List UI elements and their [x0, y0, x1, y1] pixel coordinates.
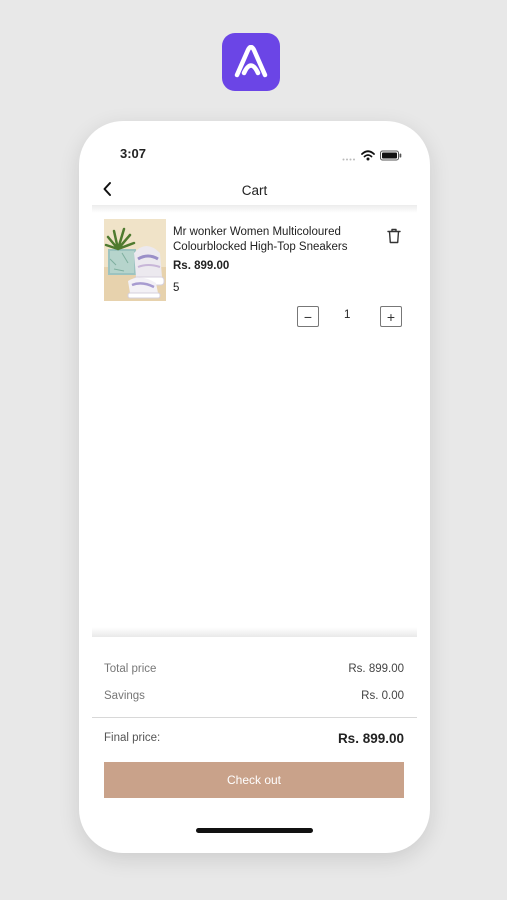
savings-row: Savings Rs. 0.00 — [104, 690, 404, 702]
nav-bar: Cart — [79, 173, 430, 207]
page-title: Cart — [241, 183, 268, 198]
app-logo-icon — [222, 33, 280, 91]
final-price-label: Final price: — [104, 732, 161, 744]
quantity-decrease-button[interactable]: − — [297, 306, 319, 327]
wifi-icon — [361, 148, 375, 166]
phone-frame: 3:07 Cart Mr wonker Women Multicoloured … — [79, 121, 430, 853]
remove-item-button[interactable] — [387, 228, 401, 244]
savings-value: Rs. 0.00 — [361, 690, 404, 702]
product-size: 5 — [173, 282, 180, 294]
total-price-row: Total price Rs. 899.00 — [104, 663, 404, 675]
quantity-value: 1 — [344, 309, 351, 321]
product-image[interactable] — [104, 219, 166, 301]
quantity-increase-button[interactable]: + — [380, 306, 402, 327]
savings-label: Savings — [104, 690, 145, 702]
home-indicator[interactable] — [196, 828, 313, 833]
cart-item: Mr wonker Women Multicoloured Colourbloc… — [104, 219, 409, 335]
final-price-value: Rs. 899.00 — [337, 731, 404, 746]
product-name[interactable]: Mr wonker Women Multicoloured Colourbloc… — [173, 225, 373, 254]
summary-divider — [92, 627, 417, 637]
trash-icon — [387, 228, 401, 244]
total-price-label: Total price — [104, 663, 157, 675]
checkout-button[interactable]: Check out — [104, 762, 404, 798]
nav-divider — [92, 205, 417, 213]
status-time: 3:07 — [120, 146, 147, 161]
total-price-value: Rs. 899.00 — [348, 663, 404, 675]
cellular-icon — [342, 148, 356, 166]
product-price: Rs. 899.00 — [173, 260, 230, 272]
final-price-row: Final price: Rs. 899.00 — [104, 731, 404, 746]
divider — [92, 717, 417, 718]
battery-icon — [380, 148, 402, 166]
status-icons — [342, 148, 402, 166]
